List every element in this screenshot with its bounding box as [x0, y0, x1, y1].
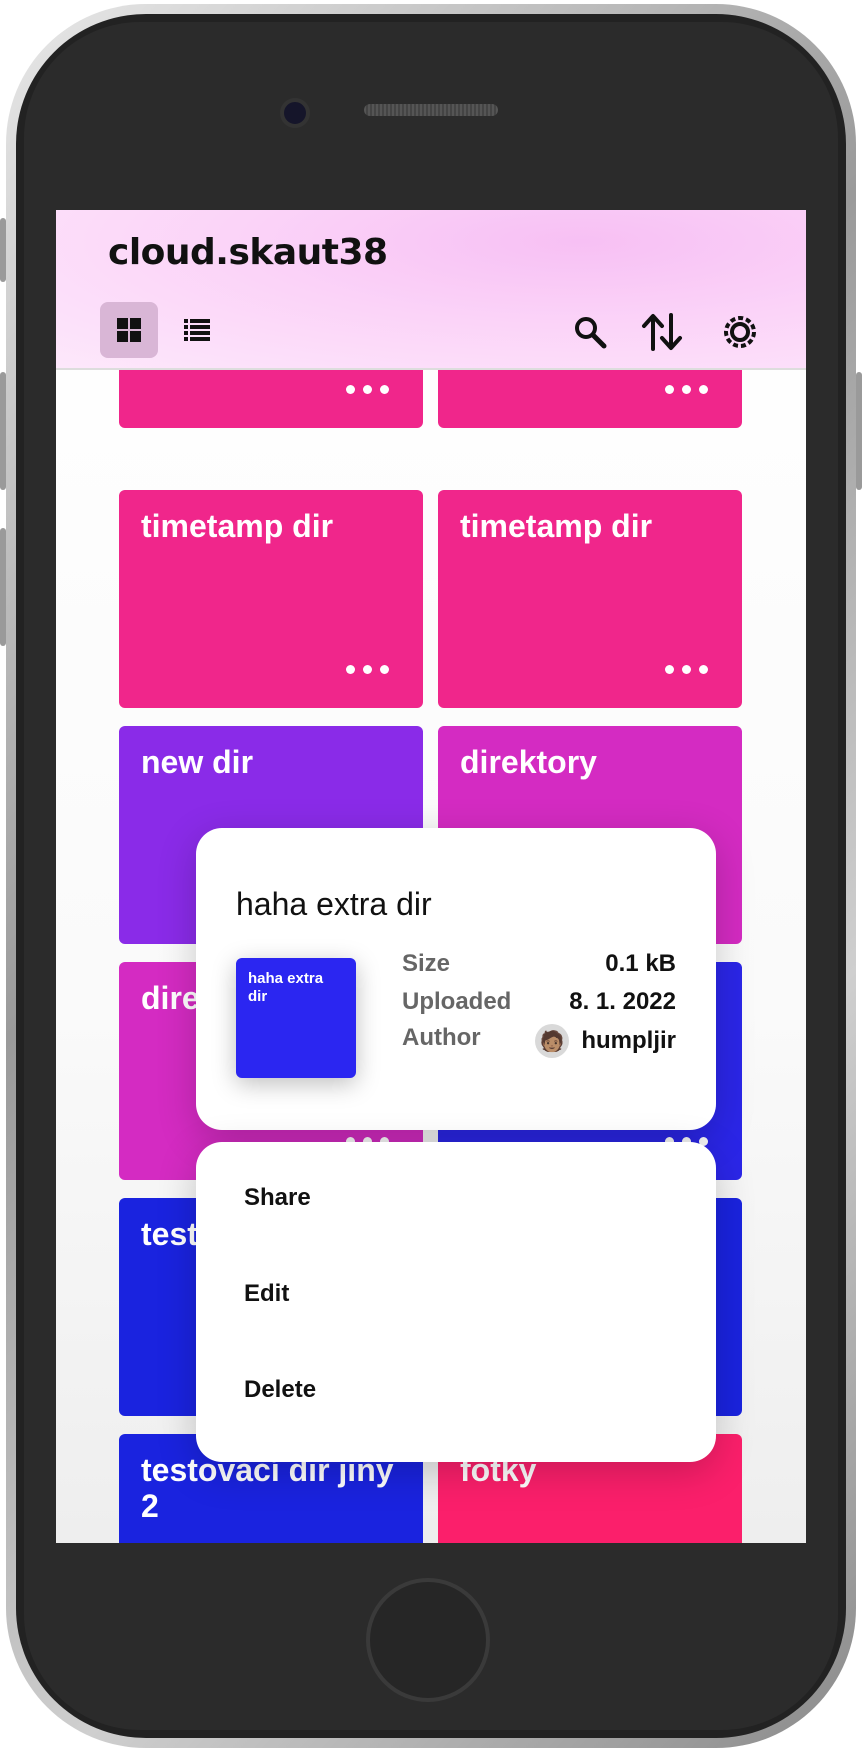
author-label: Author	[402, 1024, 481, 1051]
thumbnail-label: haha extra dir	[248, 970, 324, 1005]
details-title: haha extra dir	[236, 886, 432, 922]
share-menu-item[interactable]: Share	[244, 1168, 664, 1228]
author-name: humpljir	[581, 1027, 676, 1054]
delete-menu-item[interactable]: Delete	[244, 1360, 664, 1420]
context-menu: Share Edit Delete	[196, 1142, 716, 1462]
size-value: 0.1 kB	[605, 950, 676, 977]
avatar: 🧑🏽	[535, 1024, 570, 1058]
folder-thumbnail: haha extra dir	[236, 958, 356, 1078]
edit-menu-item[interactable]: Edit	[244, 1264, 664, 1324]
uploaded-label: Uploaded	[402, 988, 512, 1015]
uploaded-row: Uploaded 8. 1. 2022	[402, 988, 676, 1024]
size-label: Size	[402, 950, 451, 977]
file-details-card: haha extra dir haha extra dir Size 0.1 k…	[196, 828, 716, 1130]
mute-switch	[0, 218, 6, 282]
app-screen: timetamp dir timetamp dir new dir direkt…	[56, 210, 806, 1543]
front-camera	[280, 98, 310, 128]
uploaded-value: 8. 1. 2022	[569, 988, 676, 1015]
home-button[interactable]	[366, 1578, 490, 1702]
earpiece-speaker	[364, 104, 498, 116]
size-row: Size 0.1 kB	[402, 950, 676, 986]
author-row: Author 🧑🏽 humpljir	[402, 1024, 676, 1060]
volume-down-button	[0, 528, 6, 646]
power-button	[856, 372, 862, 490]
author-value: 🧑🏽 humpljir	[535, 1024, 676, 1058]
volume-up-button	[0, 372, 6, 490]
